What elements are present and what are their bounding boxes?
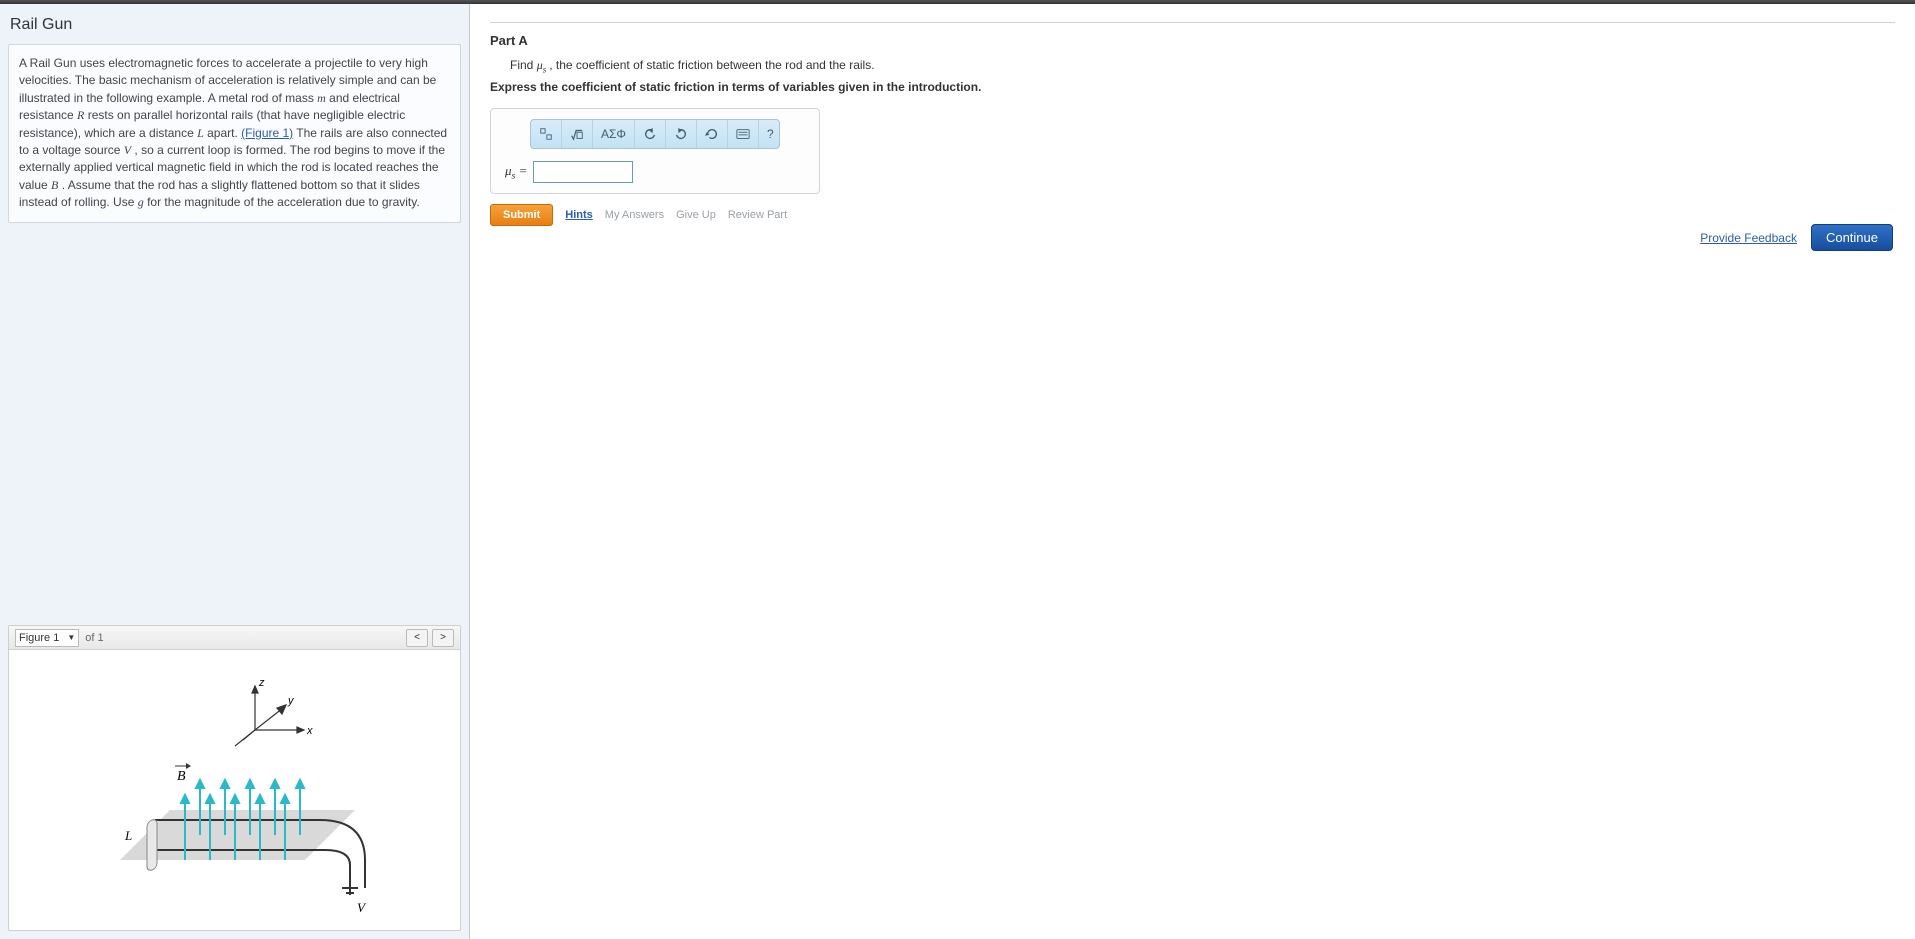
part-title: Part A (490, 33, 1895, 48)
variable-m: m (317, 91, 326, 105)
figure-select-label: Figure 1 (19, 632, 59, 644)
give-up-link[interactable]: Give Up (676, 209, 716, 221)
greek-letters-button[interactable]: ΑΣΦ (593, 120, 635, 148)
railgun-diagram: V L (75, 660, 395, 920)
prompt-text: , the coefficient of static friction bet… (549, 58, 874, 72)
chevron-down-icon: ▼ (67, 633, 75, 642)
label-V: V (357, 900, 367, 915)
figure-link[interactable]: (Figure 1) (241, 126, 293, 140)
label-L: L (124, 828, 132, 843)
footer-row: Provide Feedback Continue (1700, 224, 1893, 251)
redo-button[interactable] (666, 120, 697, 148)
undo-button[interactable] (635, 120, 666, 148)
label-B: B (177, 769, 186, 784)
variable-B: B (51, 178, 58, 192)
figure-body: V L (9, 650, 460, 930)
answer-area: ΑΣΦ ? μs = (490, 108, 820, 194)
keyboard-button[interactable] (728, 120, 759, 148)
intro-text: apart. (207, 126, 241, 140)
variable-g: g (138, 195, 144, 209)
prompt-text: Find (510, 58, 537, 72)
template-fraction-button[interactable] (531, 120, 562, 148)
problem-intro: A Rail Gun uses electromagnetic forces t… (8, 44, 461, 223)
hints-link[interactable]: Hints (565, 209, 593, 221)
variable-L: L (197, 126, 204, 140)
reset-button[interactable] (697, 120, 728, 148)
answer-input[interactable] (533, 161, 633, 183)
action-row: Submit Hints My Answers Give Up Review P… (490, 204, 1895, 226)
review-part-link[interactable]: Review Part (728, 209, 787, 221)
submit-button[interactable]: Submit (490, 204, 553, 226)
intro-text: for the magnitude of the acceleration du… (147, 195, 420, 209)
main-layout: Rail Gun A Rail Gun uses electromagnetic… (0, 4, 1915, 939)
figure-panel: Figure 1 ▼ of 1 < > (8, 625, 461, 931)
answer-row: μs = (505, 161, 809, 183)
instruction: Express the coefficient of static fricti… (490, 80, 1895, 94)
prompt-var: μs (537, 58, 550, 72)
variable-V: V (124, 143, 131, 157)
part-header: Part A (490, 22, 1895, 48)
my-answers-link[interactable]: My Answers (605, 209, 664, 221)
figure-next-button[interactable]: > (432, 629, 454, 647)
figure-header: Figure 1 ▼ of 1 < > (9, 626, 460, 650)
figure-select[interactable]: Figure 1 ▼ (15, 629, 79, 647)
continue-button[interactable]: Continue (1811, 224, 1893, 251)
left-pane: Rail Gun A Rail Gun uses electromagnetic… (0, 4, 470, 939)
variable-R: R (77, 108, 84, 122)
help-button[interactable]: ? (759, 120, 780, 148)
prompt: Find μs , the coefficient of static fric… (510, 58, 1895, 74)
axis-x: x (306, 725, 313, 737)
provide-feedback-link[interactable]: Provide Feedback (1700, 231, 1797, 245)
right-pane: Part A Find μs , the coefficient of stat… (470, 4, 1915, 939)
problem-title: Rail Gun (10, 16, 459, 34)
template-root-button[interactable] (562, 120, 593, 148)
axis-z: z (258, 677, 265, 689)
figure-count: of 1 (85, 632, 103, 644)
figure-nav: < > (406, 629, 454, 647)
axis-y: y (287, 695, 295, 707)
answer-label: μs = (505, 163, 527, 182)
equation-toolbar: ΑΣΦ ? (530, 119, 780, 149)
figure-prev-button[interactable]: < (406, 629, 428, 647)
